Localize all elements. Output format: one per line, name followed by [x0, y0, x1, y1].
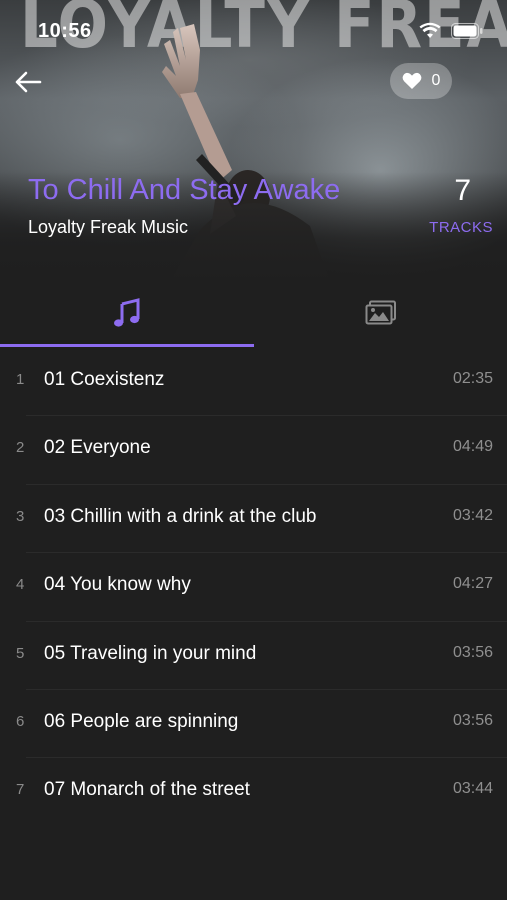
track-title: 04 You know why	[44, 574, 191, 596]
track-row[interactable]: 4 04 You know why 04:27	[0, 553, 507, 622]
track-duration: 03:56	[452, 711, 493, 729]
album-title: To Chill And Stay Awake	[28, 174, 341, 206]
track-index: 1	[16, 371, 25, 388]
track-index: 6	[16, 712, 25, 730]
album-screen: LOYALTY FREAK MUSIC 10:56	[0, 0, 507, 900]
album-artist: Loyalty Freak Music	[28, 217, 189, 237]
heart-icon	[402, 72, 421, 89]
track-index: 7	[16, 781, 25, 799]
active-tab-indicator	[0, 344, 254, 347]
wifi-icon	[419, 22, 441, 39]
track-duration: 04:49	[452, 438, 493, 456]
track-index: 4	[16, 576, 25, 594]
track-row[interactable]: 5 05 Traveling in your mind 03:56	[0, 622, 507, 690]
status-icons	[419, 22, 483, 39]
track-title: 03 Chillin with a drink at the club	[44, 505, 317, 527]
status-time: 10:56	[38, 20, 92, 42]
album-cover-hero: LOYALTY FREAK MUSIC 10:56	[0, 0, 507, 282]
track-row[interactable]: 7 07 Monarch of the street 03:44	[0, 758, 507, 826]
battery-icon	[451, 22, 483, 39]
track-index: 5	[16, 644, 25, 662]
track-title: 02 Everyone	[44, 437, 151, 459]
track-row[interactable]: 3 03 Chillin with a drink at the club 03…	[0, 485, 507, 554]
track-duration: 02:35	[452, 370, 493, 387]
track-row[interactable]: 2 02 Everyone 04:49	[0, 416, 507, 485]
track-duration: 04:27	[452, 575, 493, 593]
like-button[interactable]: 0	[390, 63, 452, 99]
track-title: 06 People are spinning	[44, 710, 239, 732]
like-count: 0	[431, 72, 441, 89]
back-button[interactable]	[12, 66, 44, 98]
arrow-left-icon	[15, 71, 42, 93]
track-duration: 03:56	[452, 643, 493, 661]
track-index: 2	[16, 439, 25, 457]
track-title: 01 Coexistenz	[44, 369, 165, 390]
track-count-label: TRACKS	[429, 219, 493, 236]
track-row[interactable]: 6 06 People are spinning 03:56	[0, 690, 507, 759]
track-title: 07 Monarch of the street	[44, 779, 250, 801]
track-list: 1 01 Coexistenz 02:35 2 02 Everyone 04:4…	[0, 348, 507, 827]
track-title: 05 Traveling in your mind	[44, 642, 257, 664]
track-duration: 03:44	[452, 780, 493, 798]
track-row[interactable]: 1 01 Coexistenz 02:35	[0, 348, 507, 417]
music-note-icon	[113, 298, 139, 327]
track-duration: 03:42	[452, 506, 493, 524]
tab-tracks[interactable]	[0, 282, 253, 344]
track-count: 7	[454, 174, 471, 207]
track-index: 3	[16, 507, 25, 525]
tab-gallery[interactable]	[254, 282, 507, 344]
gallery-icon	[365, 300, 396, 325]
content-tabs	[0, 282, 507, 348]
